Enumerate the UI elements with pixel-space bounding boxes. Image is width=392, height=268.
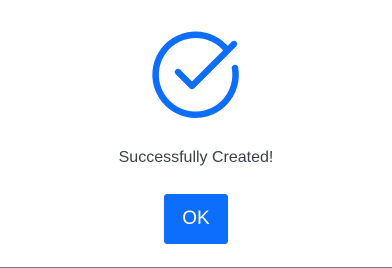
success-message: Successfully Created! bbox=[118, 149, 274, 166]
check-circle-icon bbox=[151, 28, 243, 120]
ok-button[interactable]: OK bbox=[164, 194, 228, 244]
success-dialog: Successfully Created! OK bbox=[0, 0, 392, 268]
